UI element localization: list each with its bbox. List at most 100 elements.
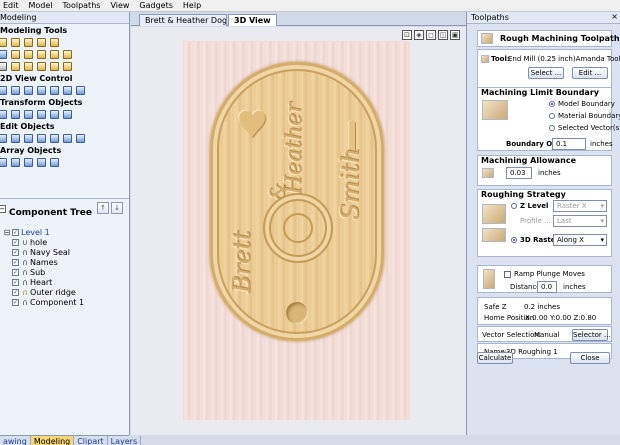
home-position-value: X:0.00 Y:0.00 Z:0.80: [525, 314, 597, 322]
visibility-checkbox[interactable]: ✓: [12, 228, 19, 236]
move-down-icon[interactable]: ↓: [111, 202, 123, 214]
tree-item-navy-seal[interactable]: ✓ ∩ Navy Seal: [0, 247, 129, 257]
visibility-checkbox[interactable]: ✓: [12, 248, 19, 256]
menu-help[interactable]: Help: [178, 0, 206, 12]
offset-icon[interactable]: [50, 133, 59, 143]
tree-item-hole[interactable]: ✓ ∪ hole: [0, 237, 129, 247]
view-front-icon[interactable]: ▣: [450, 30, 460, 40]
tree-item-heart[interactable]: ✓ ∩ Heart: [0, 277, 129, 287]
measure-icon[interactable]: [76, 133, 85, 143]
distort-tool-icon[interactable]: [50, 49, 59, 59]
zoom-in-icon[interactable]: [24, 85, 33, 95]
tree-item-outer-ridge[interactable]: ✓ ∩ Outer ridge: [0, 287, 129, 297]
grid-icon[interactable]: [76, 85, 85, 95]
profile-dropdown[interactable]: Last: [553, 215, 607, 227]
tree-item-names[interactable]: ✓ ∩ Names: [0, 257, 129, 267]
nesting-icon[interactable]: [50, 157, 59, 167]
visibility-checkbox[interactable]: ✓: [12, 258, 19, 266]
boundary-offset-input[interactable]: 0.1: [552, 138, 586, 150]
z-level-dropdown[interactable]: Raster X: [553, 200, 607, 212]
house-tool-icon[interactable]: [37, 61, 46, 71]
raster-direction-dropdown[interactable]: Along X: [553, 234, 607, 246]
bake-tool-icon[interactable]: [24, 61, 33, 71]
tab-drawing[interactable]: awing: [0, 436, 31, 445]
rotate-icon[interactable]: [37, 109, 46, 119]
align-icon[interactable]: [11, 109, 20, 119]
zoom-box-icon[interactable]: [50, 85, 59, 95]
scale-icon[interactable]: [24, 109, 33, 119]
shape-tool-icon[interactable]: [0, 37, 7, 47]
tab-3d-view[interactable]: 3D View: [228, 14, 277, 26]
menu-model[interactable]: Model: [24, 0, 58, 12]
weld-icon[interactable]: [37, 133, 46, 143]
visibility-checkbox[interactable]: ✓: [12, 298, 19, 306]
two-rail-tool-icon[interactable]: [37, 37, 46, 47]
tilt-tool-icon[interactable]: [37, 49, 46, 59]
fit-view-icon[interactable]: [63, 85, 72, 95]
fillet-icon[interactable]: [63, 133, 72, 143]
circular-copy-icon[interactable]: [24, 157, 33, 167]
z-level-radio[interactable]: [511, 203, 517, 209]
extrude-tool-icon[interactable]: [11, 37, 20, 47]
join-icon[interactable]: [24, 133, 33, 143]
fade-tool-icon[interactable]: [24, 49, 33, 59]
tab-layers[interactable]: Layers: [108, 436, 142, 445]
ramp-plunge-checkbox[interactable]: [504, 271, 511, 278]
expand-minus-icon[interactable]: ⊟: [3, 228, 11, 237]
menu-view[interactable]: View: [105, 0, 134, 12]
menu-edit[interactable]: Edit: [0, 0, 24, 12]
zoom-out-icon[interactable]: [37, 85, 46, 95]
view-side-icon[interactable]: ◫: [438, 30, 448, 40]
offset-tool-icon[interactable]: [50, 61, 59, 71]
3d-raster-radio[interactable]: [511, 237, 517, 243]
view-iso-icon[interactable]: ◈: [414, 30, 424, 40]
visibility-checkbox[interactable]: ✓: [12, 278, 19, 286]
zoom-fit-icon[interactable]: ⊡: [402, 30, 412, 40]
material-boundary-radio[interactable]: [549, 113, 555, 119]
close-icon[interactable]: ×: [611, 12, 618, 21]
key-tool-icon[interactable]: [0, 61, 7, 71]
pan-icon[interactable]: [11, 85, 20, 95]
copy-along-icon[interactable]: [37, 157, 46, 167]
tab-modeling[interactable]: Modeling: [30, 436, 75, 445]
visibility-checkbox[interactable]: ✓: [12, 288, 19, 296]
toolpath-name-input[interactable]: 3D Roughing 1: [506, 348, 558, 357]
weave-tool-icon[interactable]: [24, 37, 33, 47]
selector-button[interactable]: Selector ...: [572, 329, 611, 341]
mirror-icon[interactable]: [50, 109, 59, 119]
move-icon[interactable]: [0, 109, 7, 119]
calculate-button[interactable]: Calculate: [477, 352, 513, 364]
collapse-icon[interactable]: −: [0, 205, 6, 213]
block-copy-icon[interactable]: [11, 157, 20, 167]
node-edit-icon[interactable]: [0, 133, 7, 143]
selected-vectors-radio[interactable]: [549, 125, 555, 131]
distort-object-icon[interactable]: [63, 109, 72, 119]
tab-clipart[interactable]: Clipart: [74, 436, 108, 445]
tree-item-level-1[interactable]: ⊟ ✓ Level 1: [0, 227, 129, 237]
move-up-icon[interactable]: ↑: [97, 202, 109, 214]
tab-2d-document[interactable]: Brett & Heather Dog Tag: [139, 14, 227, 26]
mold-tool-icon[interactable]: [50, 37, 59, 47]
tree-item-component-1[interactable]: ✓ ∩ Component 1: [0, 297, 129, 307]
menu-gadgets[interactable]: Gadgets: [134, 0, 177, 12]
menu-toolpaths[interactable]: Toolpaths: [58, 0, 106, 12]
tree-item-sub[interactable]: ✓ ∩ Sub: [0, 267, 129, 277]
3d-view-canvas[interactable]: ⊡ ◈ ◻ ◫ ▣ ♥ Heather & Smith Brett: [131, 27, 466, 435]
slice-tool-icon[interactable]: [11, 61, 20, 71]
copy-icon[interactable]: [0, 157, 7, 167]
merge-tool-icon[interactable]: [63, 61, 72, 71]
zoom-icon[interactable]: [0, 85, 7, 95]
texture-tool-icon[interactable]: [63, 49, 72, 59]
model-boundary-radio[interactable]: [549, 101, 555, 107]
trim-icon[interactable]: [11, 133, 20, 143]
allowance-input[interactable]: 0.03: [506, 167, 532, 179]
tool-select-button[interactable]: Select ...: [528, 67, 564, 79]
close-button[interactable]: Close: [570, 352, 610, 364]
visibility-checkbox[interactable]: ✓: [12, 238, 19, 246]
ramp-distance-input[interactable]: 0.0: [537, 281, 557, 293]
smooth-tool-icon[interactable]: [11, 49, 20, 59]
tool-edit-button[interactable]: Edit ...: [572, 67, 608, 79]
visibility-checkbox[interactable]: ✓: [12, 268, 19, 276]
sculpt-tool-icon[interactable]: [0, 49, 7, 59]
view-top-icon[interactable]: ◻: [426, 30, 436, 40]
